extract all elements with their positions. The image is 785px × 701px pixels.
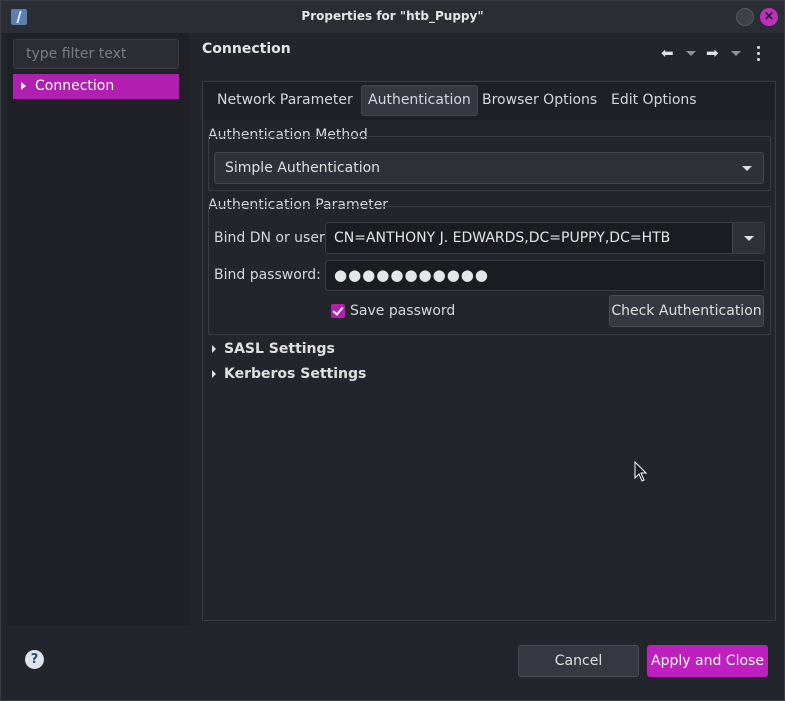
chevron-down-icon <box>742 166 752 171</box>
expand-arrow-icon[interactable] <box>21 82 26 90</box>
sidebar: Connection <box>7 33 189 625</box>
minimize-button[interactable] <box>736 8 754 26</box>
bind-dn-value: CN=ANTHONY J. EDWARDS,DC=PUPPY,DC=HTB <box>334 230 671 246</box>
expand-arrow-icon <box>212 370 216 378</box>
tab-bar: Network Parameter Authentication Browser… <box>203 82 775 120</box>
bind-dn-label: Bind DN or user: <box>214 230 330 246</box>
check-authentication-button[interactable]: Check Authentication <box>609 295 764 327</box>
save-password-label[interactable]: Save password <box>350 303 455 319</box>
page-title: Connection <box>202 41 291 57</box>
content-panel: Network Parameter Authentication Browser… <box>202 81 776 621</box>
auth-method-select[interactable]: Simple Authentication <box>214 152 764 184</box>
bind-password-label: Bind password: <box>214 267 321 283</box>
vertical-ellipsis-icon[interactable] <box>757 46 761 62</box>
tab-edit-options[interactable]: Edit Options <box>605 85 703 116</box>
bind-password-field[interactable]: ●●●●●●●●●●● <box>325 260 765 291</box>
title-bar: Properties for "htb_Puppy" × <box>1 1 784 33</box>
filter-input[interactable] <box>13 39 179 69</box>
close-button[interactable]: × <box>760 8 778 26</box>
tab-browser-options[interactable]: Browser Options <box>476 85 603 116</box>
tab-network-parameter[interactable]: Network Parameter <box>211 85 359 116</box>
cancel-button[interactable]: Cancel <box>518 645 639 677</box>
bind-dn-combo[interactable]: CN=ANTHONY J. EDWARDS,DC=PUPPY,DC=HTB <box>325 222 765 254</box>
sidebar-item-label: Connection <box>35 78 115 94</box>
sidebar-item-connection[interactable]: Connection <box>13 74 179 99</box>
save-password-checkbox[interactable] <box>331 304 345 318</box>
sasl-settings-section[interactable]: SASL Settings <box>212 341 335 357</box>
tab-authentication[interactable]: Authentication <box>361 85 478 116</box>
bind-dn-dropdown-button[interactable] <box>732 223 764 253</box>
chevron-down-icon <box>744 236 754 241</box>
kerberos-settings-label: Kerberos Settings <box>224 366 367 382</box>
kerberos-settings-section[interactable]: Kerberos Settings <box>212 366 366 382</box>
close-icon: × <box>763 9 775 24</box>
sasl-settings-label: SASL Settings <box>224 341 335 357</box>
auth-method-value: Simple Authentication <box>225 160 381 176</box>
forward-dropdown-icon[interactable] <box>731 51 741 56</box>
arrow-left-icon[interactable]: ⬅ <box>661 45 674 61</box>
help-icon[interactable]: ? <box>25 650 44 669</box>
back-dropdown-icon[interactable] <box>686 51 696 56</box>
apply-and-close-button[interactable]: Apply and Close <box>647 645 768 677</box>
bind-password-value: ●●●●●●●●●●● <box>334 266 489 284</box>
window-title: Properties for "htb_Puppy" <box>301 9 484 23</box>
arrow-right-icon[interactable]: ➡ <box>706 45 719 61</box>
expand-arrow-icon <box>212 345 216 353</box>
properties-dialog: Properties for "htb_Puppy" × Connection … <box>0 0 785 701</box>
